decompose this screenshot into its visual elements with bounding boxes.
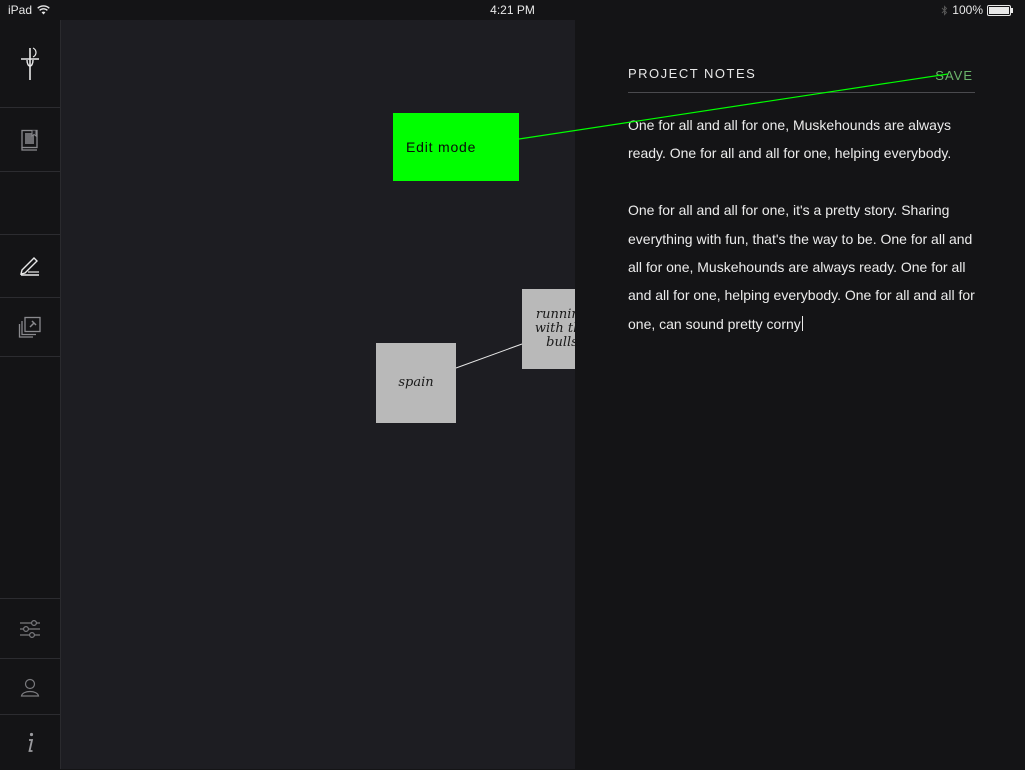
write-pen-icon bbox=[20, 257, 39, 276]
edit-mode-annotation: Edit mode bbox=[393, 113, 519, 181]
card-label: spain bbox=[398, 375, 434, 390]
notebook-icon bbox=[21, 129, 38, 151]
annotation-label: Edit mode bbox=[406, 139, 477, 155]
sidebar-item-write[interactable] bbox=[0, 235, 60, 298]
notes-editor[interactable]: One for all and all for one, Muskehounds… bbox=[628, 111, 978, 338]
notes-paragraph-text: One for all and all for one, it's a pret… bbox=[628, 202, 975, 332]
panel-title: PROJECT NOTES bbox=[628, 66, 757, 81]
sidebar-item-notebook[interactable] bbox=[0, 108, 60, 172]
status-bar: iPad 4:21 PM 100% bbox=[0, 0, 1025, 20]
card-connector-line bbox=[455, 343, 523, 369]
save-button[interactable]: SAVE bbox=[935, 68, 973, 83]
project-notes-panel: PROJECT NOTES SAVE One for all and all f… bbox=[575, 20, 1025, 769]
card-label: running with the bulls bbox=[534, 307, 575, 350]
card-spain[interactable]: spain bbox=[376, 343, 456, 423]
sliders-icon bbox=[20, 619, 40, 638]
battery-percent: 100% bbox=[952, 3, 983, 17]
bluetooth-icon bbox=[941, 4, 948, 16]
status-time: 4:21 PM bbox=[490, 3, 535, 17]
panel-divider bbox=[628, 92, 975, 93]
pen-cross-logo-icon bbox=[21, 46, 39, 80]
battery-icon bbox=[987, 4, 1013, 16]
sidebar-item-pinned[interactable] bbox=[0, 298, 60, 357]
card-running-with-the-bulls[interactable]: running with the bulls bbox=[522, 289, 575, 369]
sidebar-item-home[interactable] bbox=[0, 20, 60, 108]
user-icon bbox=[20, 678, 40, 697]
text-cursor bbox=[801, 315, 803, 331]
sidebar bbox=[0, 20, 61, 769]
sidebar-item-profile[interactable] bbox=[0, 658, 60, 714]
status-right: 100% bbox=[941, 3, 1013, 17]
info-icon bbox=[28, 732, 34, 752]
notes-paragraph: One for all and all for one, Muskehounds… bbox=[628, 117, 952, 162]
battery-fill bbox=[989, 6, 1009, 14]
pinned-stack-icon bbox=[18, 316, 41, 338]
sidebar-item-info[interactable] bbox=[0, 714, 60, 770]
sidebar-item-settings[interactable] bbox=[0, 598, 60, 658]
sidebar-item-blank[interactable] bbox=[0, 172, 60, 235]
notes-paragraph-last: One for all and all for one, it's a pret… bbox=[628, 196, 978, 338]
